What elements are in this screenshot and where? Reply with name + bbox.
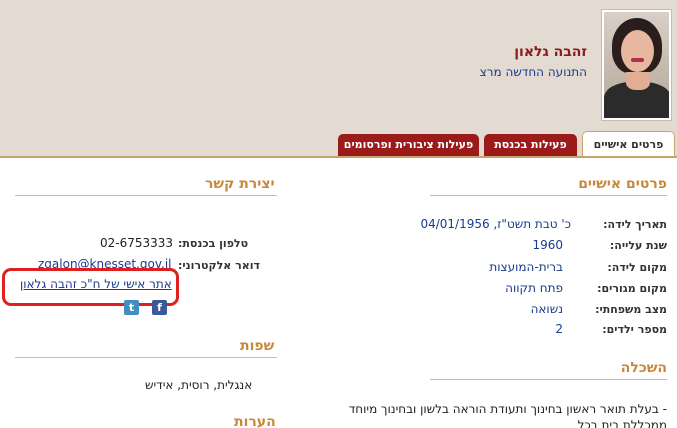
birthplace-value: ברית-המועצות — [489, 260, 563, 274]
birthplace-label: מקום לידה: — [607, 261, 667, 274]
children-label: מספר ילדים: — [602, 323, 667, 336]
marital-label: מצב משפחתי: — [595, 303, 667, 316]
profile-header: זהבה גלאון התנועה החדשה מרצ — [0, 0, 677, 156]
personal-section-title: פרטים אישיים — [578, 176, 667, 192]
languages-value: אנגלית, רוסית, אידיש — [145, 378, 253, 392]
children-value: 2 — [555, 322, 563, 336]
phone-value: 02-6753333 — [100, 236, 174, 250]
twitter-icon[interactable]: t — [124, 300, 139, 315]
education-section-title: השכלה — [620, 360, 667, 376]
residence-label: מקום מגורים: — [597, 282, 667, 295]
birthdate-value: כ' טבת תשט"ז, 04/01/1956 — [420, 217, 571, 231]
immigration-value: 1960 — [532, 238, 563, 252]
party-name: התנועה החדשה מרצ — [479, 65, 587, 79]
marital-value: נשואה — [530, 302, 563, 316]
contact-section-title: יצירת קשר — [205, 176, 275, 192]
email-label: דואר אלקטרוני: — [178, 259, 260, 272]
member-name: זהבה גלאון — [514, 44, 587, 60]
phone-label: טלפון בכנסת: — [178, 237, 249, 250]
facebook-icon[interactable]: f — [152, 300, 167, 315]
birthdate-label: תאריך לידה: — [603, 218, 667, 231]
residence-value: פתח תקווה — [505, 281, 563, 295]
immigration-label: שנת עלייה: — [609, 239, 667, 252]
profile-photo — [601, 9, 672, 121]
section-divider — [430, 379, 667, 380]
languages-section-title: שפות — [240, 338, 275, 354]
section-divider — [430, 195, 667, 196]
tab-personal-details[interactable]: פרטים אישיים — [582, 131, 675, 157]
tab-public-activity[interactable]: פעילות ציבורית ופרסומים — [338, 134, 479, 156]
section-divider — [15, 195, 277, 196]
education-line-2: ממכללת בית בכל — [577, 418, 667, 428]
section-divider — [15, 357, 277, 358]
tab-divider — [0, 156, 677, 158]
portrait-image — [604, 12, 669, 118]
tab-knesset-activity[interactable]: פעילות בכנסת — [484, 134, 577, 156]
notes-section-title: הערות — [234, 414, 276, 428]
education-line-1: - בעלת תואר ראשון בחינוך ותעודת הוראה בל… — [348, 402, 667, 416]
